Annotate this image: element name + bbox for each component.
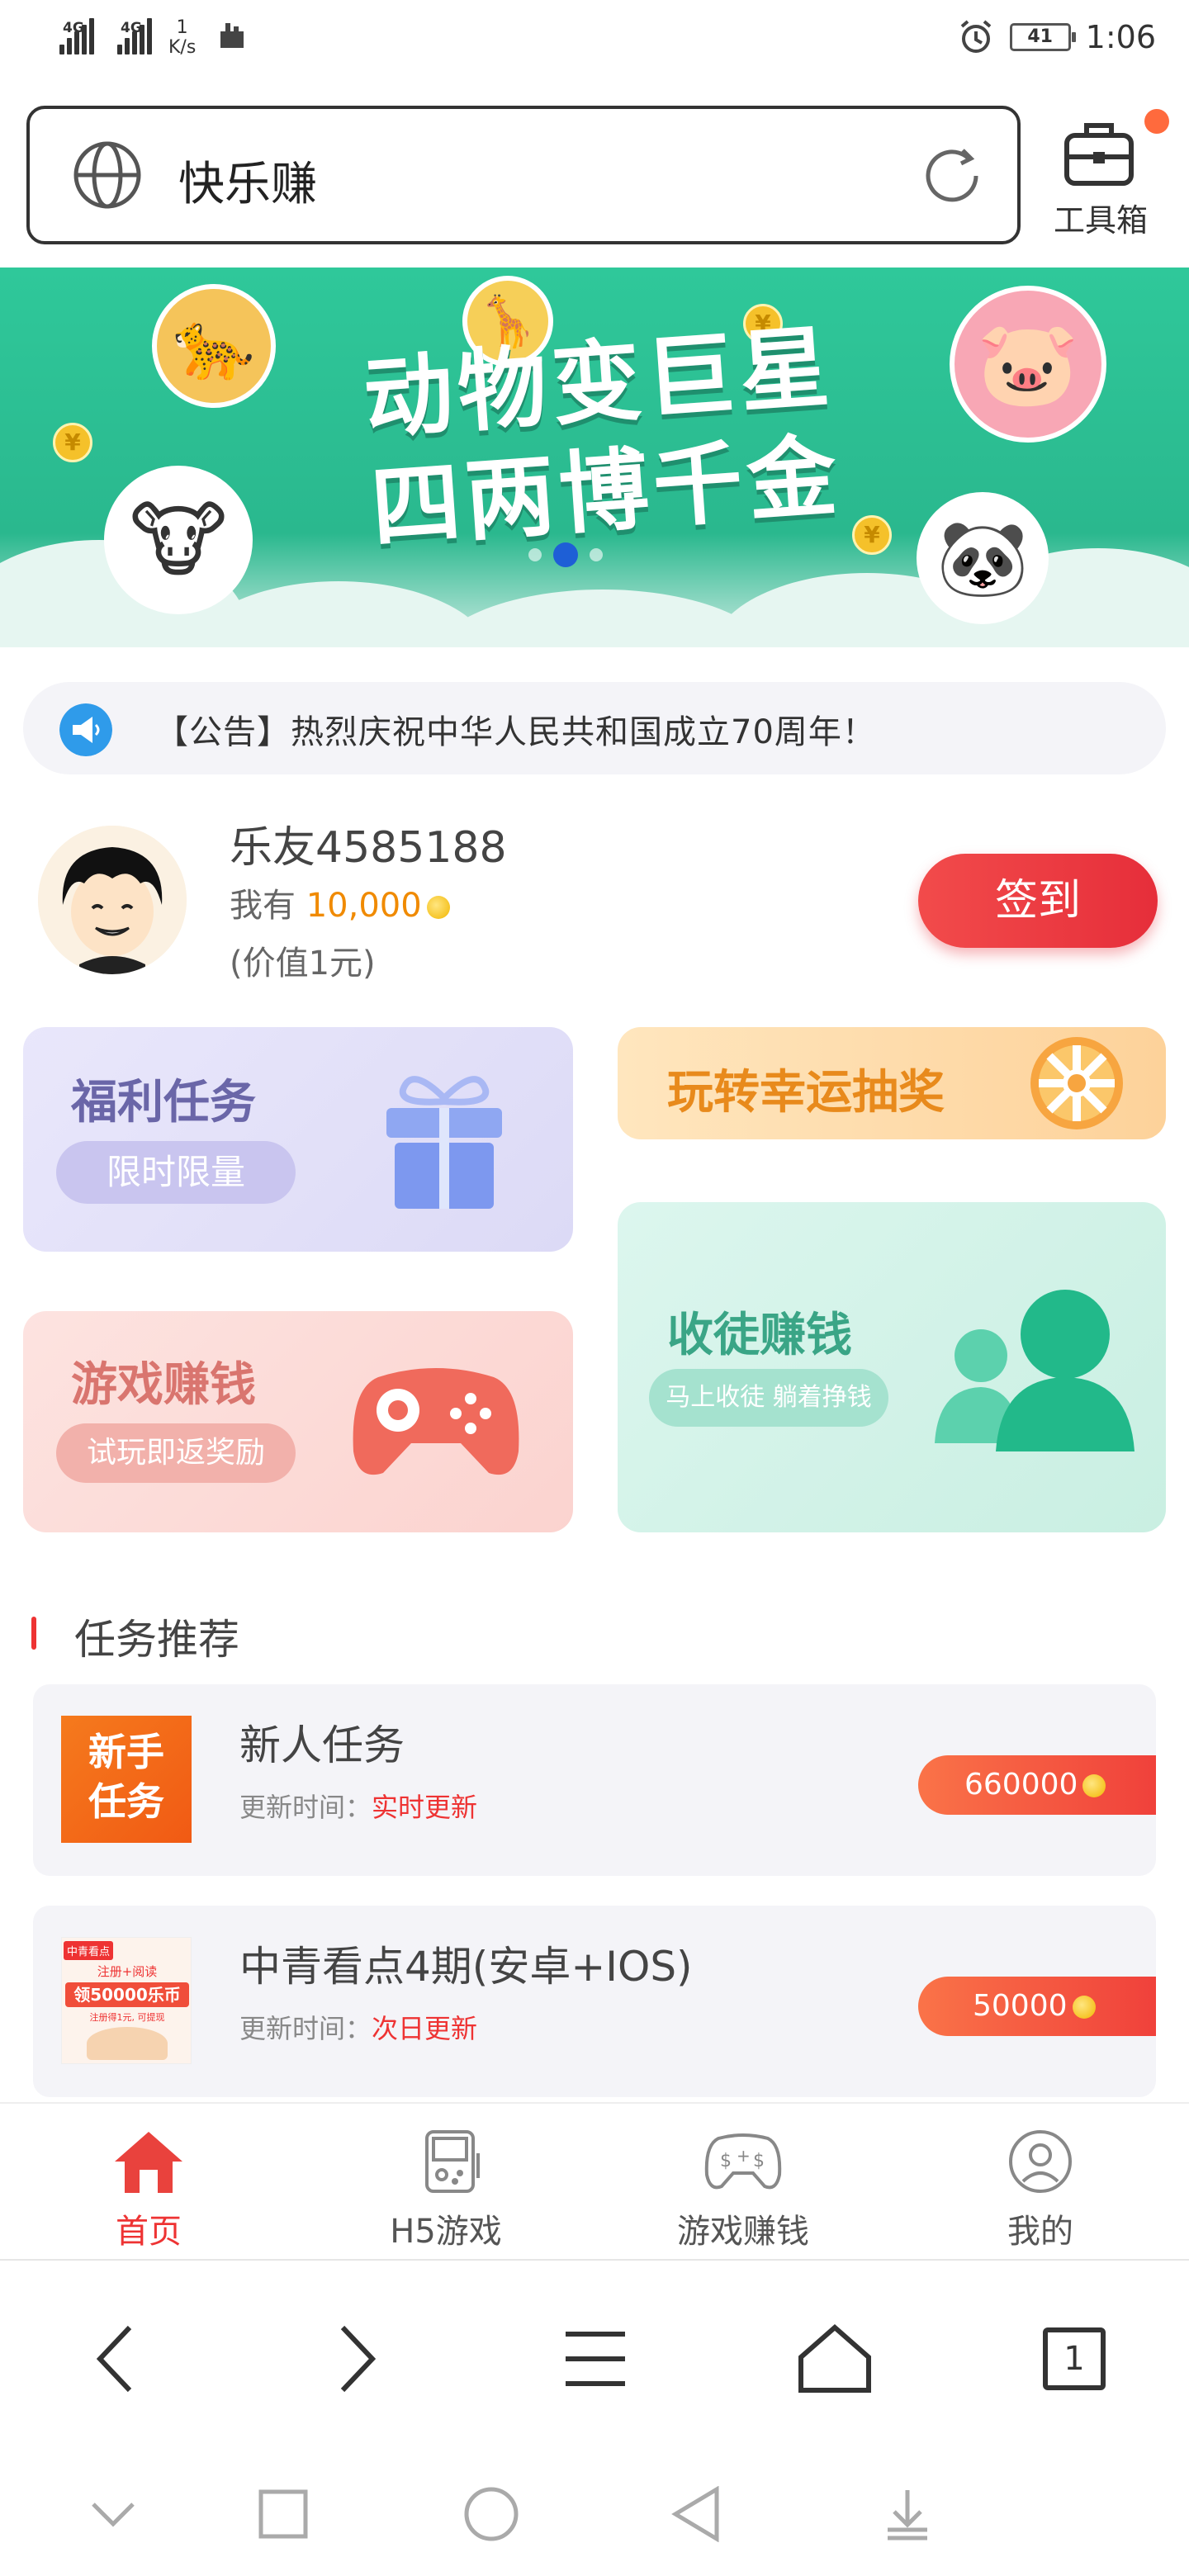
chevron-right-icon [340, 2325, 377, 2393]
menu-button[interactable] [558, 2322, 632, 2396]
task-reward[interactable]: 660000 [918, 1755, 1156, 1815]
section-marker [31, 1617, 36, 1650]
announcement-bar[interactable]: 【公告】热烈庆祝中华人民共和国成立70周年！ [23, 682, 1166, 774]
hide-keyboard-button[interactable] [84, 2485, 142, 2543]
lottery-card[interactable]: 玩转幸运抽奖 [618, 1027, 1166, 1139]
battery-indicator: 41 [1009, 23, 1076, 51]
task-item[interactable]: 新手 任务 新人任务 更新时间：实时更新 660000 [33, 1684, 1156, 1876]
people-icon [935, 1290, 1135, 1451]
bottom-nav: 首页 H5游戏 $ $ + 游戏赚钱 我的 [0, 2102, 1189, 2259]
recents-button[interactable] [254, 2485, 312, 2543]
avatar[interactable] [38, 826, 187, 974]
status-bar: 4G 4G 1 K/s 41 1:06 [0, 0, 1189, 83]
carousel-dots [528, 542, 603, 567]
task-update: 更新时间：次日更新 [239, 2013, 478, 2044]
home-button[interactable] [798, 2322, 872, 2396]
chevron-left-icon [96, 2325, 132, 2393]
gamepad-icon: $ $ + [704, 2133, 782, 2190]
triangle-back-icon [671, 2486, 719, 2542]
nav-h5-games[interactable]: H5游戏 [297, 2129, 594, 2252]
circle-icon [464, 2487, 519, 2541]
alarm-icon [960, 20, 991, 53]
tabs-count: 1 [1043, 2327, 1106, 2390]
cow-icon: 🐮 [104, 466, 253, 614]
coin-icon [1082, 1774, 1106, 1797]
wheel-icon [1030, 1037, 1123, 1129]
system-home-button[interactable] [462, 2485, 520, 2543]
tabs-button[interactable]: 1 [1037, 2322, 1111, 2396]
cheetah-icon: 🐆 [152, 284, 276, 408]
task-thumbnail: 新手 任务 [61, 1716, 192, 1843]
network-speed: 1 K/s [168, 17, 197, 58]
username: 乐友4585188 [230, 823, 507, 873]
recruit-tag: 马上收徒 躺着挣钱 [649, 1369, 888, 1427]
gameboy-icon [425, 2130, 480, 2193]
announcement-text: 【公告】热烈庆祝中华人民共和国成立70周年！ [155, 713, 876, 751]
task-thumbnail: 中青看点 注册+阅读 领50000乐币 注册得1元, 可提现 [61, 1937, 192, 2064]
task-reward[interactable]: 50000 [918, 1977, 1156, 2036]
pull-down-button[interactable] [879, 2485, 936, 2543]
nav-game-earn[interactable]: $ $ + 游戏赚钱 [594, 2129, 892, 2252]
svg-text:$: $ [753, 2151, 765, 2171]
toolbox-button[interactable]: 工具箱 [1039, 109, 1169, 241]
balance: 我有 10,000 [230, 878, 450, 926]
clock: 1:06 [1085, 19, 1156, 55]
game-earn-card[interactable]: 游戏赚钱 试玩即返奖励 [23, 1311, 573, 1532]
signal-icon: 4G [59, 18, 106, 54]
signal-icon-2: 4G [117, 18, 152, 54]
home-icon [115, 2132, 182, 2193]
menu-icon [566, 2332, 625, 2386]
coin-icon [426, 896, 450, 919]
task-update: 更新时间：实时更新 [239, 1792, 478, 1823]
banner-title: 动物变巨星 四两博千金 [360, 315, 846, 561]
browser-toolbar: 1 [0, 2259, 1189, 2441]
nav-home[interactable]: 首页 [0, 2129, 297, 2252]
welfare-tag: 限时限量 [56, 1141, 296, 1204]
section-title: 任务推荐 [74, 1616, 239, 1664]
toolbox-icon [1064, 123, 1134, 186]
gamepad-icon [353, 1368, 519, 1475]
panda-icon: 🐼 [917, 492, 1049, 624]
system-back-button[interactable] [667, 2485, 725, 2543]
system-navigation [0, 2444, 1189, 2576]
recruit-card[interactable]: 收徒赚钱 马上收徒 躺着挣钱 [618, 1202, 1166, 1532]
refresh-icon[interactable] [917, 140, 988, 211]
home-outline-icon [798, 2324, 871, 2393]
notification-icon [220, 23, 244, 48]
game-earn-title: 游戏赚钱 [71, 1358, 256, 1412]
chevron-down-icon [92, 2503, 135, 2527]
coin-icon [1072, 1996, 1096, 2019]
welfare-task-card[interactable]: 福利任务 限时限量 [23, 1027, 573, 1252]
recruit-title: 收徒赚钱 [667, 1309, 852, 1362]
toolbox-badge [1144, 109, 1169, 134]
search-input[interactable]: 快乐赚 [178, 147, 317, 214]
game-earn-tag: 试玩即返奖励 [56, 1423, 296, 1483]
lottery-title: 玩转幸运抽奖 [667, 1066, 945, 1120]
welfare-title: 福利任务 [71, 1076, 256, 1129]
task-name: 中青看点4期(安卓+IOS) [239, 1943, 693, 1991]
pig-icon: 🐷 [950, 286, 1106, 443]
gift-icon [386, 1076, 502, 1209]
megaphone-icon [59, 703, 112, 756]
promo-banner[interactable]: 🐆 🦒 🐷 🐮 🐼 ¥ ¥ ¥ 动物变巨星 四两博千金 [0, 268, 1189, 647]
back-button[interactable] [79, 2322, 154, 2396]
nav-profile[interactable]: 我的 [892, 2129, 1189, 2252]
svg-text:$: $ [720, 2151, 732, 2171]
task-item[interactable]: 中青看点 注册+阅读 领50000乐币 注册得1元, 可提现 中青看点4期(安卓… [33, 1906, 1156, 2097]
coin-icon: ¥ [53, 423, 92, 462]
download-icon [888, 2490, 927, 2540]
globe-icon [73, 141, 141, 209]
sign-in-button[interactable]: 签到 [918, 854, 1158, 948]
svg-text:+: + [737, 2146, 751, 2166]
balance-worth: (价值1元) [230, 945, 376, 983]
forward-button[interactable] [319, 2322, 393, 2396]
task-name: 新人任务 [239, 1721, 405, 1769]
square-icon [258, 2489, 308, 2539]
avatar-icon [38, 826, 187, 974]
profile-icon [1009, 2130, 1072, 2193]
balance-value: 10,000 [306, 887, 422, 925]
search-bar[interactable]: 快乐赚 [26, 106, 1021, 244]
